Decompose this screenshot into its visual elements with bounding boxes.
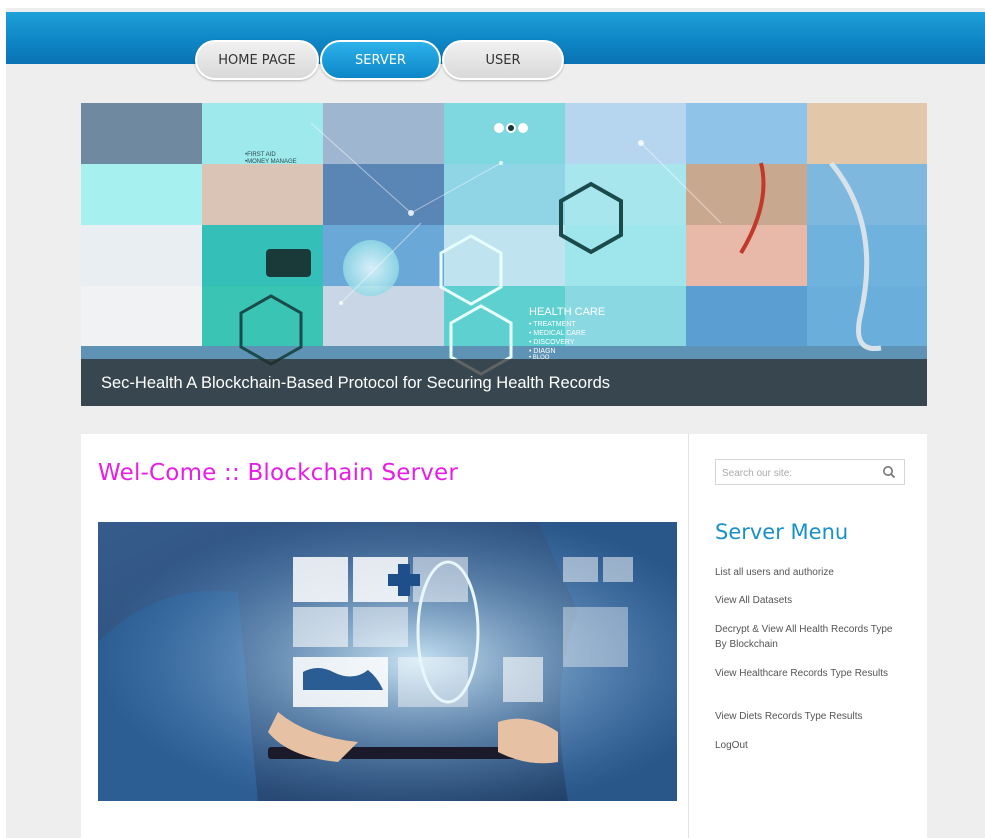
tab-server-label: SERVER: [355, 52, 406, 68]
server-menu-title: Server Menu: [715, 520, 849, 544]
tab-user-label: USER: [485, 52, 521, 68]
hero-illustration: [98, 522, 677, 801]
menu-item-list-users[interactable]: List all users and authorize: [715, 565, 900, 580]
banner-caption: Sec-Health A Blockchain-Based Protocol f…: [81, 359, 927, 406]
menu-item-healthcare-results[interactable]: View Healthcare Records Type Results: [715, 666, 900, 681]
page-title: Wel-Come :: Blockchain Server: [98, 460, 459, 486]
tile-text-medical-care: • MEDICAL CARE: [529, 330, 586, 337]
menu-item-view-datasets[interactable]: View All Datasets: [715, 593, 900, 608]
banner-caption-text: Sec-Health A Blockchain-Based Protocol f…: [101, 374, 611, 392]
tab-user[interactable]: USER: [442, 40, 564, 80]
menu-item-diets-results[interactable]: View Diets Records Type Results: [715, 709, 900, 724]
tile-text-diagn: • DIAGN: [529, 348, 556, 355]
tile-text-discovery: • DISCOVERY: [529, 339, 575, 346]
sidebar-divider: [688, 434, 689, 838]
tile-text-treatment: • TREATMENT: [529, 321, 576, 328]
search-box[interactable]: [715, 459, 905, 485]
tile-text-health-care: HEALTH CARE: [529, 306, 605, 318]
menu-item-logout[interactable]: LogOut: [715, 738, 900, 753]
tab-server[interactable]: SERVER: [320, 40, 441, 80]
search-icon[interactable]: [882, 465, 896, 484]
hero-image: [98, 522, 677, 801]
tile-text-first-aid: •FIRST AID: [245, 152, 276, 158]
menu-item-decrypt-records[interactable]: Decrypt & View All Health Records Type B…: [715, 622, 900, 652]
search-input[interactable]: [720, 463, 874, 483]
tab-home-page-label: HOME PAGE: [218, 52, 296, 68]
tile-text-money: •MONEY MANAGE: [245, 159, 297, 165]
banner-image: •FIRST AID •MONEY MANAGE HEALTH CARE • T…: [81, 103, 927, 406]
tab-home-page[interactable]: HOME PAGE: [195, 40, 319, 80]
